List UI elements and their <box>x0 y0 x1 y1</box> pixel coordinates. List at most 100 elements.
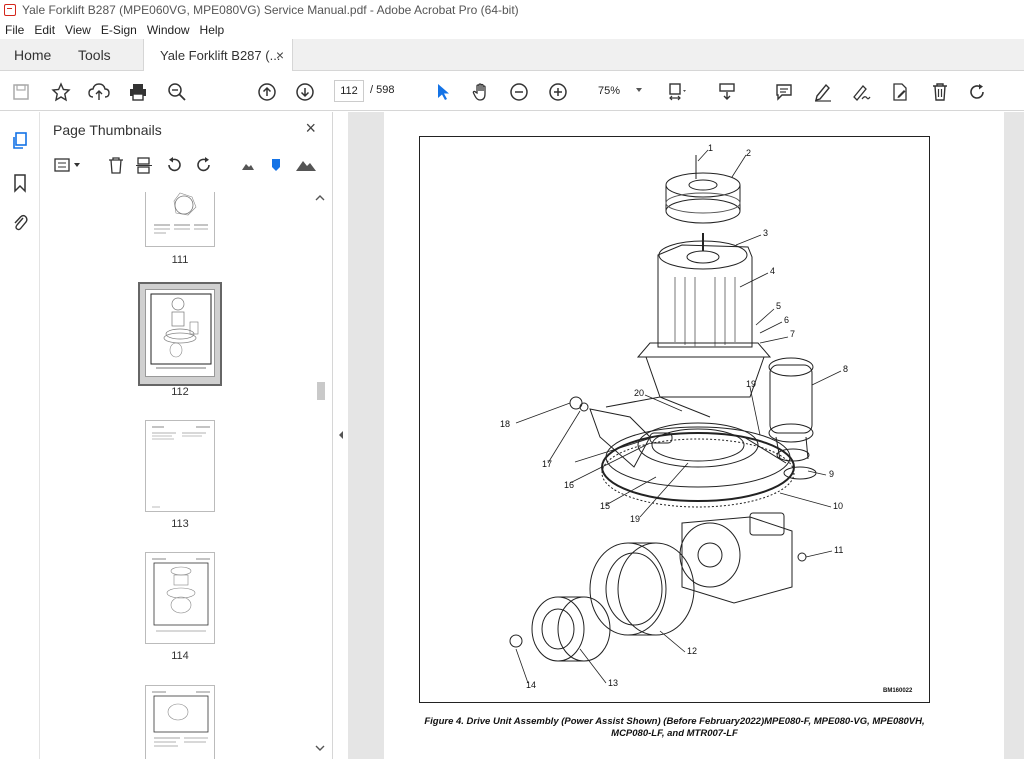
print-icon[interactable] <box>127 81 149 103</box>
zoom-in-icon[interactable] <box>547 81 569 103</box>
callout-11: 11 <box>834 545 844 555</box>
page-thumbnails-icon[interactable] <box>9 130 31 152</box>
menu-window[interactable]: Window <box>147 23 190 37</box>
tab-tools[interactable]: Tools <box>78 39 111 71</box>
zoom-search-icon[interactable] <box>166 81 188 103</box>
highlight-pen-icon[interactable] <box>812 81 834 103</box>
thumbnail-toolbar <box>51 154 331 180</box>
hand-tool-icon[interactable] <box>470 81 492 103</box>
thumbnail-112-selected[interactable] <box>138 282 222 386</box>
callout-13: 13 <box>608 678 619 688</box>
collapse-panel-icon[interactable] <box>338 430 344 440</box>
select-cursor-icon[interactable] <box>432 81 454 103</box>
sign-icon[interactable] <box>850 81 872 103</box>
rotate-icon[interactable] <box>967 81 989 103</box>
window-title: Yale Forklift B287 (MPE060VG, MPE080VG) … <box>22 3 519 17</box>
thumbnail-label-selected: 112 <box>171 386 189 398</box>
callout-1: 1 <box>708 143 714 153</box>
callout-17: 17 <box>542 459 553 469</box>
zoom-out-icon[interactable] <box>508 81 530 103</box>
save-icon[interactable] <box>10 81 32 103</box>
tab-document[interactable]: Yale Forklift B287 (... × <box>143 39 293 72</box>
thumbnail-small-icon[interactable] <box>237 154 259 176</box>
callout-5: 5 <box>776 301 782 311</box>
chevron-down-icon <box>636 88 642 92</box>
window-titlebar: Yale Forklift B287 (MPE060VG, MPE080VG) … <box>0 0 1024 20</box>
thumbnail-list: 111 112 113 114 <box>41 192 313 759</box>
thumbnail-113[interactable] <box>145 420 215 512</box>
acrobat-logo-icon <box>4 4 16 16</box>
thumbnail-options-icon[interactable] <box>53 154 85 176</box>
tab-bar: Home Tools Yale Forklift B287 (... × <box>0 39 1024 72</box>
callout-18: 18 <box>500 419 511 429</box>
cloud-upload-icon[interactable] <box>88 81 110 103</box>
menu-file[interactable]: File <box>5 23 24 37</box>
document-viewer[interactable]: 1 2 3 4 5 6 7 8 9 10 11 12 13 14 15 16 1… <box>348 112 1024 759</box>
scroll-up-icon[interactable] <box>315 194 325 202</box>
scroll-down-icon[interactable] <box>315 744 325 752</box>
callout-20: 20 <box>634 388 645 398</box>
scrollbar-thumb[interactable] <box>317 382 325 400</box>
thumbnail-label: 113 <box>171 518 189 530</box>
callout-7: 7 <box>790 329 796 339</box>
callout-2: 2 <box>746 148 752 158</box>
next-page-icon[interactable] <box>294 81 316 103</box>
pdf-page: 1 2 3 4 5 6 7 8 9 10 11 12 13 14 15 16 1… <box>384 112 1004 759</box>
figure-caption: Figure 4. Drive Unit Assembly (Power Ass… <box>424 716 925 739</box>
callout-4: 4 <box>770 266 776 276</box>
page-count: / 598 <box>370 84 395 96</box>
zoom-dropdown[interactable]: 75% <box>586 80 650 102</box>
insert-page-icon[interactable] <box>133 154 155 176</box>
callout-19-upper: 19 <box>746 379 757 389</box>
star-icon[interactable] <box>50 81 72 103</box>
fit-page-icon[interactable] <box>667 81 689 103</box>
thumbnail-111[interactable] <box>145 192 215 247</box>
page-number-input[interactable]: 112 <box>334 80 364 102</box>
thumbnail-label: 114 <box>171 650 189 662</box>
close-icon[interactable]: × <box>305 118 316 139</box>
comment-icon[interactable] <box>773 81 795 103</box>
zoom-value: 75% <box>598 85 621 97</box>
thumbnail-115[interactable] <box>145 685 215 759</box>
attachment-icon[interactable] <box>9 212 31 234</box>
previous-page-icon[interactable] <box>256 81 278 103</box>
drive-unit-illustration <box>509 149 842 684</box>
tab-home[interactable]: Home <box>14 39 51 71</box>
menu-view[interactable]: View <box>65 23 91 37</box>
delete-page-icon[interactable] <box>105 154 127 176</box>
menu-bar: File Edit View E-Sign Window Help <box>0 20 1024 39</box>
callout-3: 3 <box>763 228 769 238</box>
thumbnail-label: 111 <box>171 254 189 266</box>
figure-frame: 1 2 3 4 5 6 7 8 9 10 11 12 13 14 15 16 1… <box>419 136 930 703</box>
tab-close-icon[interactable]: × <box>276 47 284 63</box>
menu-esign[interactable]: E-Sign <box>101 23 137 37</box>
callout-6: 6 <box>784 315 790 325</box>
thumbnail-112 <box>145 289 215 377</box>
callout-14: 14 <box>526 680 537 690</box>
callout-12: 12 <box>687 646 698 656</box>
panel-splitter[interactable] <box>334 112 348 759</box>
callout-8: 8 <box>843 364 849 374</box>
figure-code: BM160022 <box>883 688 913 694</box>
tab-document-label: Yale Forklift B287 (... <box>160 48 281 63</box>
callout-9: 9 <box>829 469 835 479</box>
callout-19-lower: 19 <box>630 514 641 524</box>
thumbnail-large-icon[interactable] <box>295 154 317 176</box>
menu-edit[interactable]: Edit <box>34 23 55 37</box>
thumbnails-panel: Page Thumbnails × 111 112 113 114 <box>41 112 333 759</box>
menu-help[interactable]: Help <box>200 23 225 37</box>
scroll-mode-icon[interactable] <box>716 81 738 103</box>
delete-icon[interactable] <box>929 81 951 103</box>
thumbnail-scrollbar[interactable] <box>313 192 327 759</box>
callout-10: 10 <box>833 501 844 511</box>
panel-title: Page Thumbnails <box>53 122 162 138</box>
callout-15: 15 <box>600 501 611 511</box>
callout-16: 16 <box>564 480 575 490</box>
thumbnail-size-slider-icon[interactable] <box>265 154 287 176</box>
thumbnail-114[interactable] <box>145 552 215 644</box>
rotate-right-icon[interactable] <box>193 154 215 176</box>
edit-document-icon[interactable] <box>889 81 911 103</box>
bookmark-icon[interactable] <box>9 172 31 194</box>
main-toolbar <box>0 71 1024 111</box>
rotate-left-icon[interactable] <box>163 154 185 176</box>
